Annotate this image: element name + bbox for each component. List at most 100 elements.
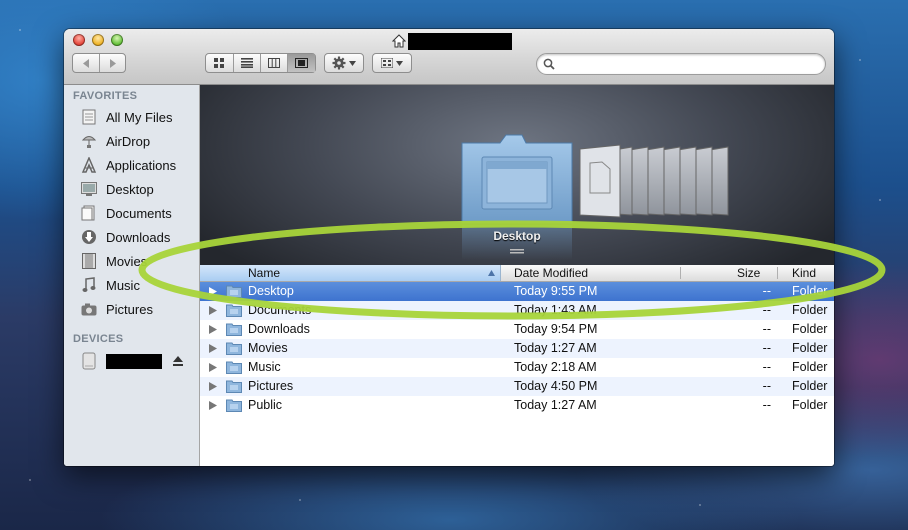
downloads-icon	[79, 228, 99, 246]
cell-kind: Folder	[792, 341, 828, 355]
coverflow-item-label: Desktop	[493, 229, 541, 243]
sidebar-item-music[interactable]: Music	[79, 275, 140, 295]
disclosure-triangle-icon[interactable]	[209, 306, 217, 315]
cell-size: --	[762, 322, 771, 336]
column-separator	[777, 267, 778, 279]
column-header-name[interactable]: Name	[200, 265, 501, 281]
disclosure-triangle-icon[interactable]	[209, 363, 217, 372]
coverflow-view-icon	[295, 58, 308, 68]
applications-icon	[79, 156, 99, 174]
action-menu-button[interactable]	[324, 53, 364, 73]
coverflow-view[interactable]: Desktop	[200, 85, 834, 265]
sidebar-item-documents[interactable]: Documents	[79, 203, 172, 223]
view-switcher	[205, 53, 316, 73]
folder-icon	[226, 304, 242, 317]
folder-icon	[226, 380, 242, 393]
coverflow-side-items	[579, 144, 729, 218]
finder-window: FAVORITES All My Files AirDrop Applicati…	[64, 29, 834, 466]
sidebar-item-label: Applications	[106, 157, 177, 173]
cell-name: Pictures	[248, 379, 294, 393]
table-row[interactable]: Downloads Today 9:54 PM -- Folder	[200, 320, 834, 339]
disclosure-triangle-icon[interactable]	[209, 344, 217, 353]
sidebar-item-device[interactable]	[79, 351, 162, 371]
column-view-icon	[268, 58, 280, 68]
pictures-icon	[79, 300, 99, 318]
sidebar-item-airdrop[interactable]: AirDrop	[79, 131, 150, 151]
disclosure-triangle-icon[interactable]	[209, 287, 217, 296]
search-input[interactable]	[559, 55, 818, 73]
cell-size: --	[762, 303, 771, 317]
table-row[interactable]: Documents Today 1:43 AM -- Folder	[200, 301, 834, 320]
sidebar-item-label: AirDrop	[106, 133, 151, 149]
chevron-down-icon	[396, 60, 403, 66]
home-icon	[392, 34, 406, 48]
sidebar-item-pictures[interactable]: Pictures	[79, 299, 153, 319]
back-button[interactable]	[73, 54, 99, 72]
disclosure-triangle-icon[interactable]	[209, 382, 217, 391]
documents-icon	[79, 204, 99, 222]
cell-size: --	[762, 341, 771, 355]
movies-icon	[79, 252, 99, 270]
sidebar-item-downloads[interactable]: Downloads	[79, 227, 170, 247]
cell-date: Today 1:43 AM	[514, 303, 597, 317]
close-button[interactable]	[73, 34, 85, 46]
cell-size: --	[762, 379, 771, 393]
sidebar-item-movies[interactable]: Movies	[79, 251, 147, 271]
column-header-kind[interactable]: Kind	[792, 265, 816, 281]
folder-icon	[226, 342, 242, 355]
redacted-device-name	[106, 353, 162, 369]
column-separator	[680, 267, 681, 279]
cell-size: --	[762, 284, 771, 298]
cell-kind: Folder	[792, 360, 828, 374]
sidebar-item-applications[interactable]: Applications	[79, 155, 176, 175]
resize-handle-icon[interactable]	[510, 249, 524, 255]
cell-name: Music	[248, 360, 281, 374]
cell-date: Today 4:50 PM	[514, 379, 598, 393]
search-field[interactable]	[536, 53, 826, 75]
sidebar-item-label: Downloads	[106, 229, 171, 245]
icon-view-button[interactable]	[206, 54, 233, 72]
cell-size: --	[762, 360, 771, 374]
cell-kind: Folder	[792, 398, 828, 412]
desktop-icon	[79, 180, 99, 198]
table-row[interactable]: Public Today 1:27 AM -- Folder	[200, 396, 834, 415]
cell-name: Movies	[248, 341, 288, 355]
cell-date: Today 9:55 PM	[514, 284, 598, 298]
sidebar-item-label: Desktop	[106, 181, 154, 197]
gear-icon	[332, 56, 346, 70]
cell-size: --	[762, 398, 771, 412]
cell-name: Desktop	[248, 284, 294, 298]
minimize-button[interactable]	[92, 34, 104, 46]
sidebar: FAVORITES All My Files AirDrop Applicati…	[64, 85, 200, 466]
sidebar-item-label: Music	[106, 277, 140, 293]
sidebar-item-all-my-files[interactable]: All My Files	[79, 107, 172, 127]
hard-drive-icon	[79, 352, 99, 370]
column-label: Name	[248, 266, 281, 280]
arrange-icon	[381, 58, 393, 68]
table-row[interactable]: Pictures Today 4:50 PM -- Folder	[200, 377, 834, 396]
table-row[interactable]: Music Today 2:18 AM -- Folder	[200, 358, 834, 377]
sidebar-item-desktop[interactable]: Desktop	[79, 179, 154, 199]
coverflow-view-button[interactable]	[287, 54, 315, 72]
disclosure-triangle-icon[interactable]	[209, 325, 217, 334]
zoom-button[interactable]	[111, 34, 123, 46]
music-icon	[79, 276, 99, 294]
table-row[interactable]: Movies Today 1:27 AM -- Folder	[200, 339, 834, 358]
column-header-size[interactable]: Size	[737, 265, 760, 281]
forward-button[interactable]	[99, 54, 125, 72]
column-header-date[interactable]: Date Modified	[514, 265, 588, 281]
chevron-down-icon	[349, 60, 356, 66]
list-view-button[interactable]	[233, 54, 260, 72]
sidebar-item-label: Movies	[106, 253, 148, 269]
folder-icon	[226, 361, 242, 374]
folder-icon	[226, 399, 242, 412]
list-header: Name Date Modified Size Kind	[200, 265, 834, 282]
redacted-title	[408, 32, 512, 50]
all-files-icon	[79, 108, 99, 126]
arrange-menu-button[interactable]	[372, 53, 412, 73]
eject-icon[interactable]	[172, 355, 184, 367]
table-row[interactable]: Desktop Today 9:55 PM -- Folder	[200, 282, 834, 301]
sidebar-item-label: Documents	[106, 205, 172, 221]
disclosure-triangle-icon[interactable]	[209, 401, 217, 410]
column-view-button[interactable]	[260, 54, 287, 72]
